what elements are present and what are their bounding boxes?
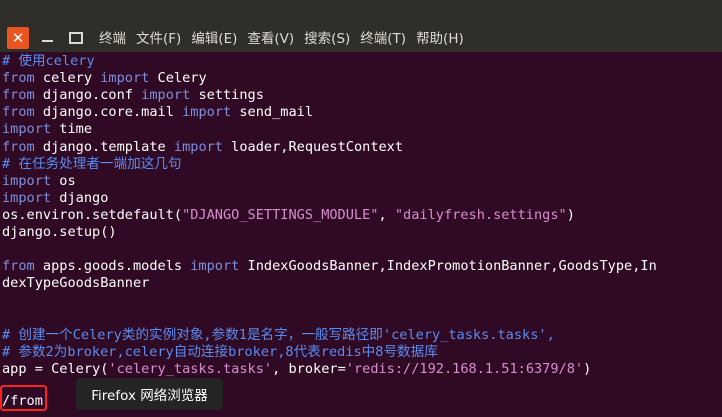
terminal-line: os.environ.setdefault("DJANGO_SETTINGS_M… xyxy=(2,207,575,224)
terminal-line: # 在任务处理者一端加这几句 xyxy=(2,156,182,173)
code-token: send_mail xyxy=(231,104,314,121)
code-token: Celery xyxy=(149,70,207,87)
code-token: app = Celery( xyxy=(2,360,109,377)
code-token: 'celery_tasks.tasks' xyxy=(108,360,273,377)
code-token: import xyxy=(173,138,223,155)
code-token: "dailyfresh.settings" xyxy=(394,206,567,223)
terminal-line: import time xyxy=(2,121,92,138)
terminal-line: # 使用celery xyxy=(2,53,95,70)
code-token: # 在任务处理者一端加这几句 xyxy=(2,155,182,172)
code-token: ) xyxy=(566,206,575,223)
search-command[interactable]: /from xyxy=(2,393,43,410)
code-token: import xyxy=(182,104,232,121)
terminal-line: app = Celery('celery_tasks.tasks', broke… xyxy=(2,361,591,378)
code-token: # 创建一个Celery类的实例对象,参数1是名字，一般写路径即'celery_… xyxy=(2,326,555,343)
code-token: django.setup() xyxy=(2,224,117,240)
code-token: from xyxy=(2,70,35,87)
code-token: settings xyxy=(190,87,264,104)
code-token: from xyxy=(2,138,35,155)
code-token: import xyxy=(100,70,150,87)
code-token: celery xyxy=(34,70,101,87)
terminal-line: from django.core.mail import send_mail xyxy=(2,104,313,121)
code-token: django xyxy=(51,189,109,206)
title-bar: ✕ 终端 文件(F) 编辑(E) 查看(V) 搜索(S) 终端(T) 帮助(H) xyxy=(0,0,722,52)
maximize-icon[interactable] xyxy=(65,27,87,49)
code-token: apps.goods.models xyxy=(34,258,191,275)
terminal-line: from apps.goods.models import IndexGoods… xyxy=(2,258,657,275)
code-token: IndexGoodsBanner,IndexPromotionBanner,Go… xyxy=(239,258,657,275)
code-token: import xyxy=(2,189,52,206)
code-token: import xyxy=(2,172,52,189)
code-token: # 参数2为broker,celery自动连接broker,8代表redis中8… xyxy=(2,343,438,360)
menu-terminal[interactable]: 终端(T) xyxy=(360,29,406,49)
code-token: import xyxy=(2,121,52,138)
window-controls: ✕ xyxy=(7,27,94,49)
terminal-line: # 创建一个Celery类的实例对象,参数1是名字，一般写路径即'celery_… xyxy=(2,327,555,344)
code-token: time xyxy=(51,121,93,138)
code-token: 'redis://192.168.1.51:6379/8' xyxy=(345,360,584,377)
code-token: from xyxy=(2,258,35,275)
code-token: , xyxy=(378,206,395,223)
minimize-icon[interactable] xyxy=(36,27,58,49)
code-token: django.conf xyxy=(34,87,142,104)
code-token: from xyxy=(2,87,35,104)
code-token: dexTypeGoodsBanner xyxy=(2,275,150,292)
terminal-line: django.setup() xyxy=(2,224,117,241)
code-token: import xyxy=(190,258,240,275)
code-token: import xyxy=(141,87,191,104)
terminal-line: dexTypeGoodsBanner xyxy=(2,275,149,292)
code-token: , broker= xyxy=(272,360,346,377)
menu-edit[interactable]: 编辑(E) xyxy=(191,29,237,49)
menu-terminal-app[interactable]: 终端 xyxy=(99,29,126,49)
tooltip: Firefox 网络浏览器 xyxy=(76,378,223,410)
code-token: django.core.mail xyxy=(34,104,183,121)
terminal-line: import os xyxy=(2,173,76,190)
code-token: os.environ.setdefault( xyxy=(2,206,183,223)
terminal-line: # 参数2为broker,celery自动连接broker,8代表redis中8… xyxy=(2,344,438,361)
terminal-line: from django.template import loader,Reque… xyxy=(2,139,403,156)
menu-view[interactable]: 查看(V) xyxy=(247,29,294,49)
menu-search[interactable]: 搜索(S) xyxy=(304,29,350,49)
code-token: ) xyxy=(583,360,592,377)
terminal-line: from celery import Celery xyxy=(2,70,207,87)
code-token: from xyxy=(2,104,35,121)
terminal-output[interactable]: # 使用celery from celery import Celery from … xyxy=(0,52,722,417)
terminal-line: from django.conf import settings xyxy=(2,87,264,104)
code-token: django.template xyxy=(34,138,174,155)
menu-bar: 终端 文件(F) 编辑(E) 查看(V) 搜索(S) 终端(T) 帮助(H) xyxy=(99,29,474,49)
code-token: os xyxy=(51,172,76,189)
menu-help[interactable]: 帮助(H) xyxy=(416,29,464,49)
terminal-line: import django xyxy=(2,190,108,207)
menu-file[interactable]: 文件(F) xyxy=(136,29,181,49)
code-token: loader,RequestContext xyxy=(223,138,404,155)
code-token: "DJANGO_SETTINGS_MODULE" xyxy=(182,206,379,223)
close-icon[interactable]: ✕ xyxy=(7,27,29,49)
code-token: # 使用celery xyxy=(2,53,95,69)
